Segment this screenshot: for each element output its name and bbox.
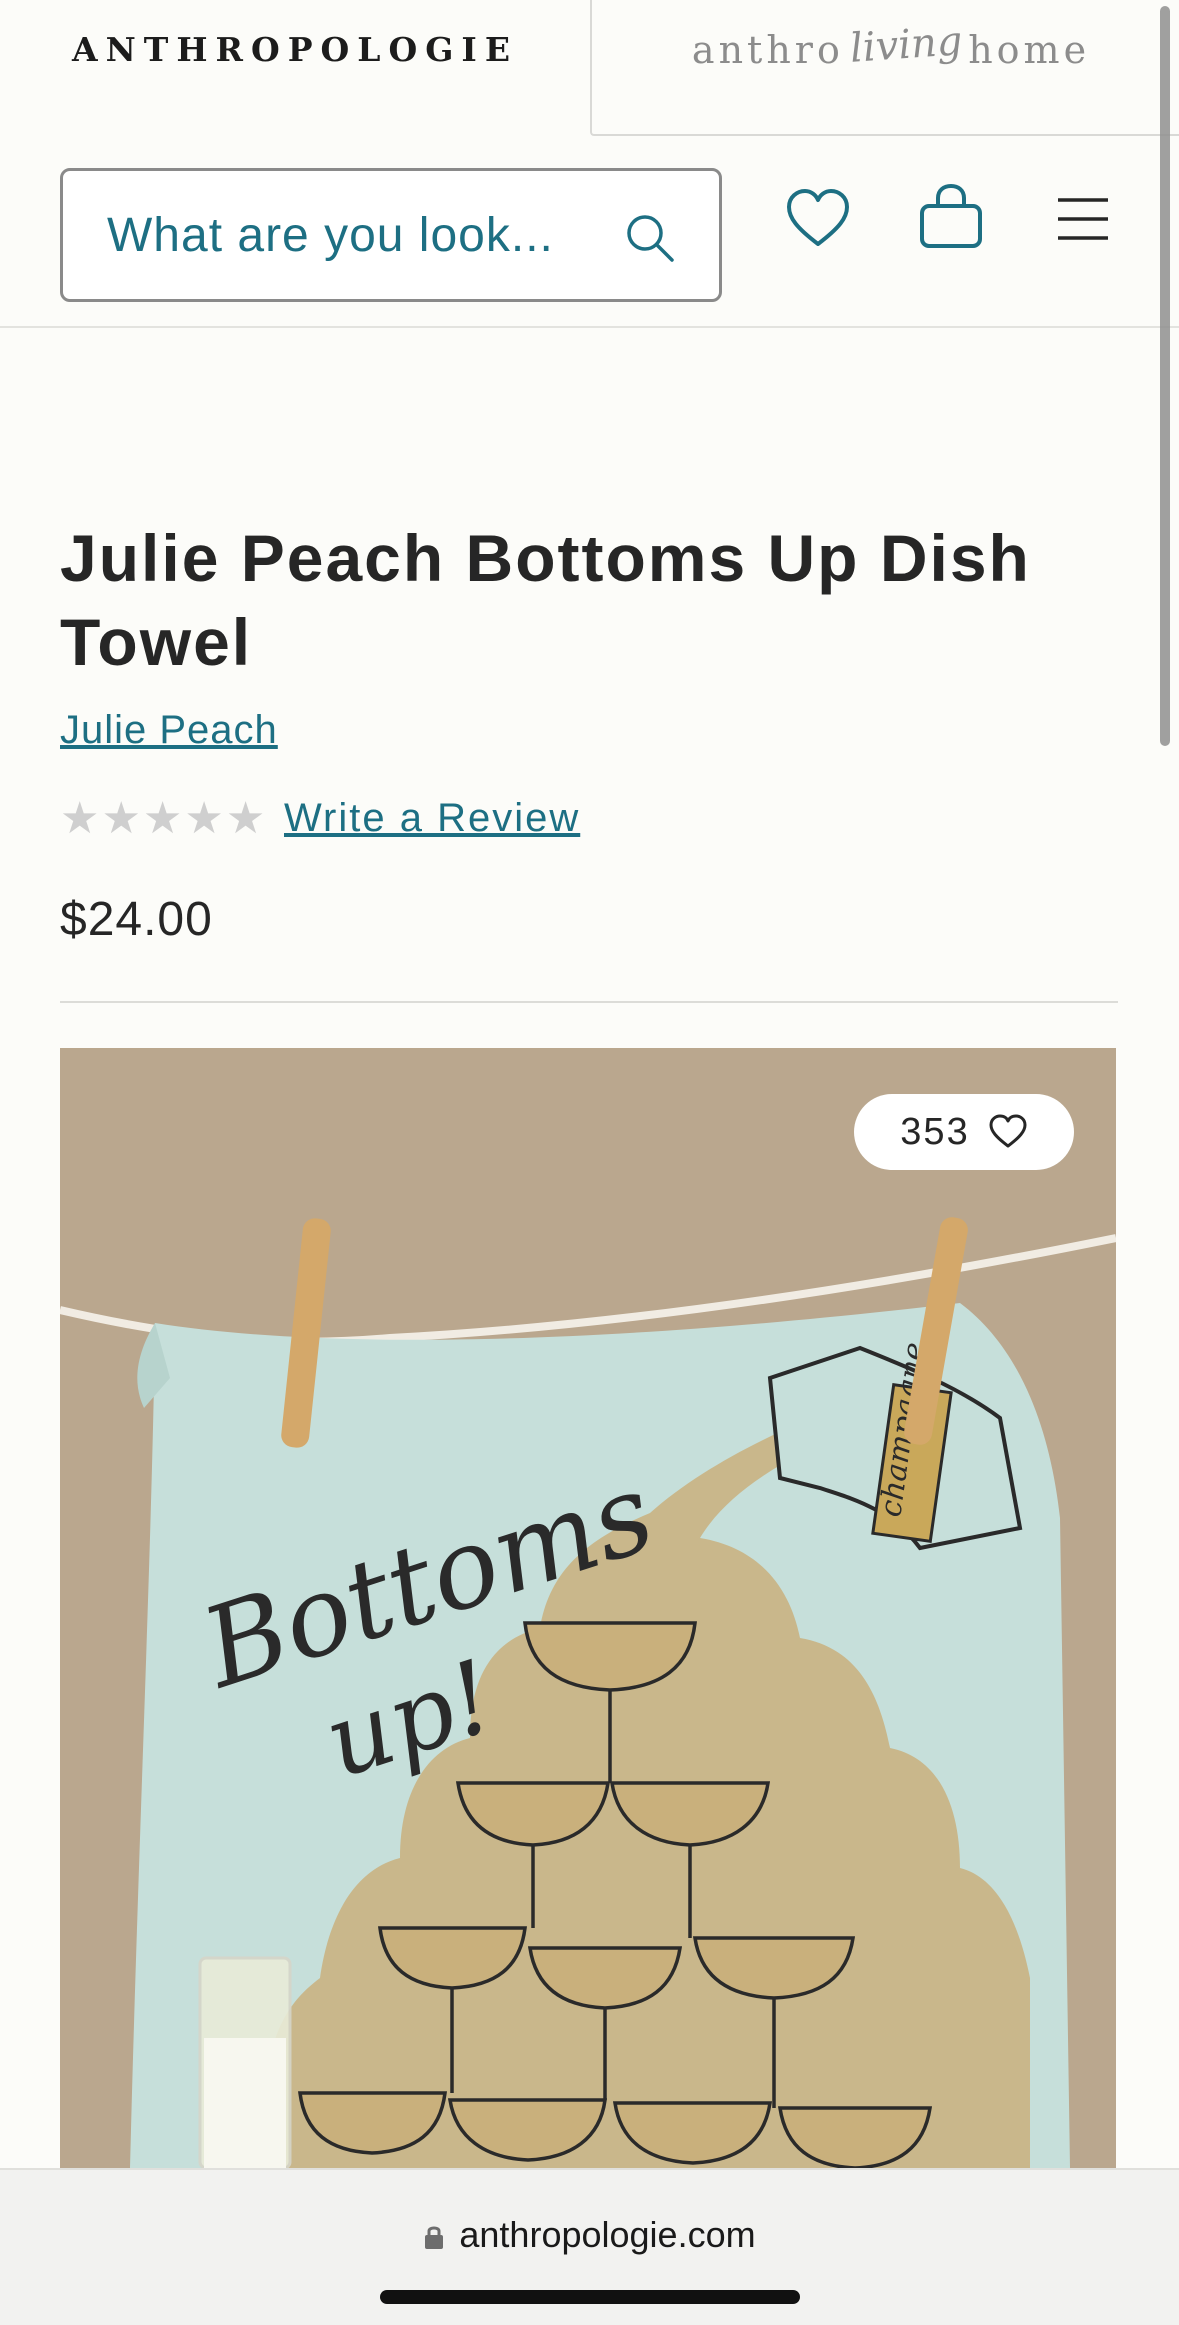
anthro-living-logo-part3: home xyxy=(968,28,1091,72)
search-box[interactable] xyxy=(60,168,722,302)
anthro-living-logo-part1: anthro xyxy=(691,28,844,72)
heart-icon[interactable] xyxy=(783,184,853,254)
anthro-living-home-tab[interactable]: anthro living home xyxy=(590,0,1179,136)
star-icon: ★ xyxy=(60,794,100,843)
rating-stars[interactable]: ★ ★ ★ ★ ★ xyxy=(60,794,265,844)
url-text: anthropologie.com xyxy=(459,2214,756,2255)
star-icon: ★ xyxy=(142,794,183,843)
url-display[interactable]: anthropologie.com xyxy=(0,2214,1179,2256)
product-price: $24.00 xyxy=(60,893,213,946)
write-review-link[interactable]: Write a Review xyxy=(284,796,580,841)
lock-icon xyxy=(425,2226,444,2250)
brand-tabs: ANTHROPOLOGIE anthro living home xyxy=(0,0,1179,136)
star-icon: ★ xyxy=(225,794,266,843)
menu-icon[interactable] xyxy=(1054,188,1124,258)
home-indicator[interactable] xyxy=(380,2290,800,2304)
search-icon[interactable] xyxy=(623,211,677,265)
browser-url-bar[interactable]: anthropologie.com xyxy=(0,2168,1179,2325)
product-image[interactable]: champagne Bottoms up! 353 xyxy=(60,1048,1116,2168)
anthropologie-logo: ANTHROPOLOGIE xyxy=(72,30,518,69)
brand-link[interactable]: Julie Peach xyxy=(60,708,278,753)
anthro-living-logo-part2: living xyxy=(848,18,964,72)
favorite-count-button[interactable]: 353 xyxy=(854,1094,1074,1170)
product-title: Julie Peach Bottoms Up Dish Towel xyxy=(60,521,1031,679)
search-input[interactable] xyxy=(107,207,587,263)
scrollbar[interactable] xyxy=(1160,6,1170,746)
heart-icon xyxy=(989,1114,1027,1148)
dish-towel-illustration: champagne Bottoms up! xyxy=(60,1048,1116,2168)
page: ANTHROPOLOGIE anthro living home What ar… xyxy=(0,0,1179,2325)
star-icon: ★ xyxy=(101,794,141,843)
bag-icon[interactable] xyxy=(916,182,986,252)
star-icon: ★ xyxy=(184,794,224,843)
divider xyxy=(60,1001,1118,1003)
like-count: 353 xyxy=(900,1110,970,1153)
anthropologie-tab[interactable]: ANTHROPOLOGIE xyxy=(0,0,590,136)
site-header xyxy=(0,136,1179,328)
